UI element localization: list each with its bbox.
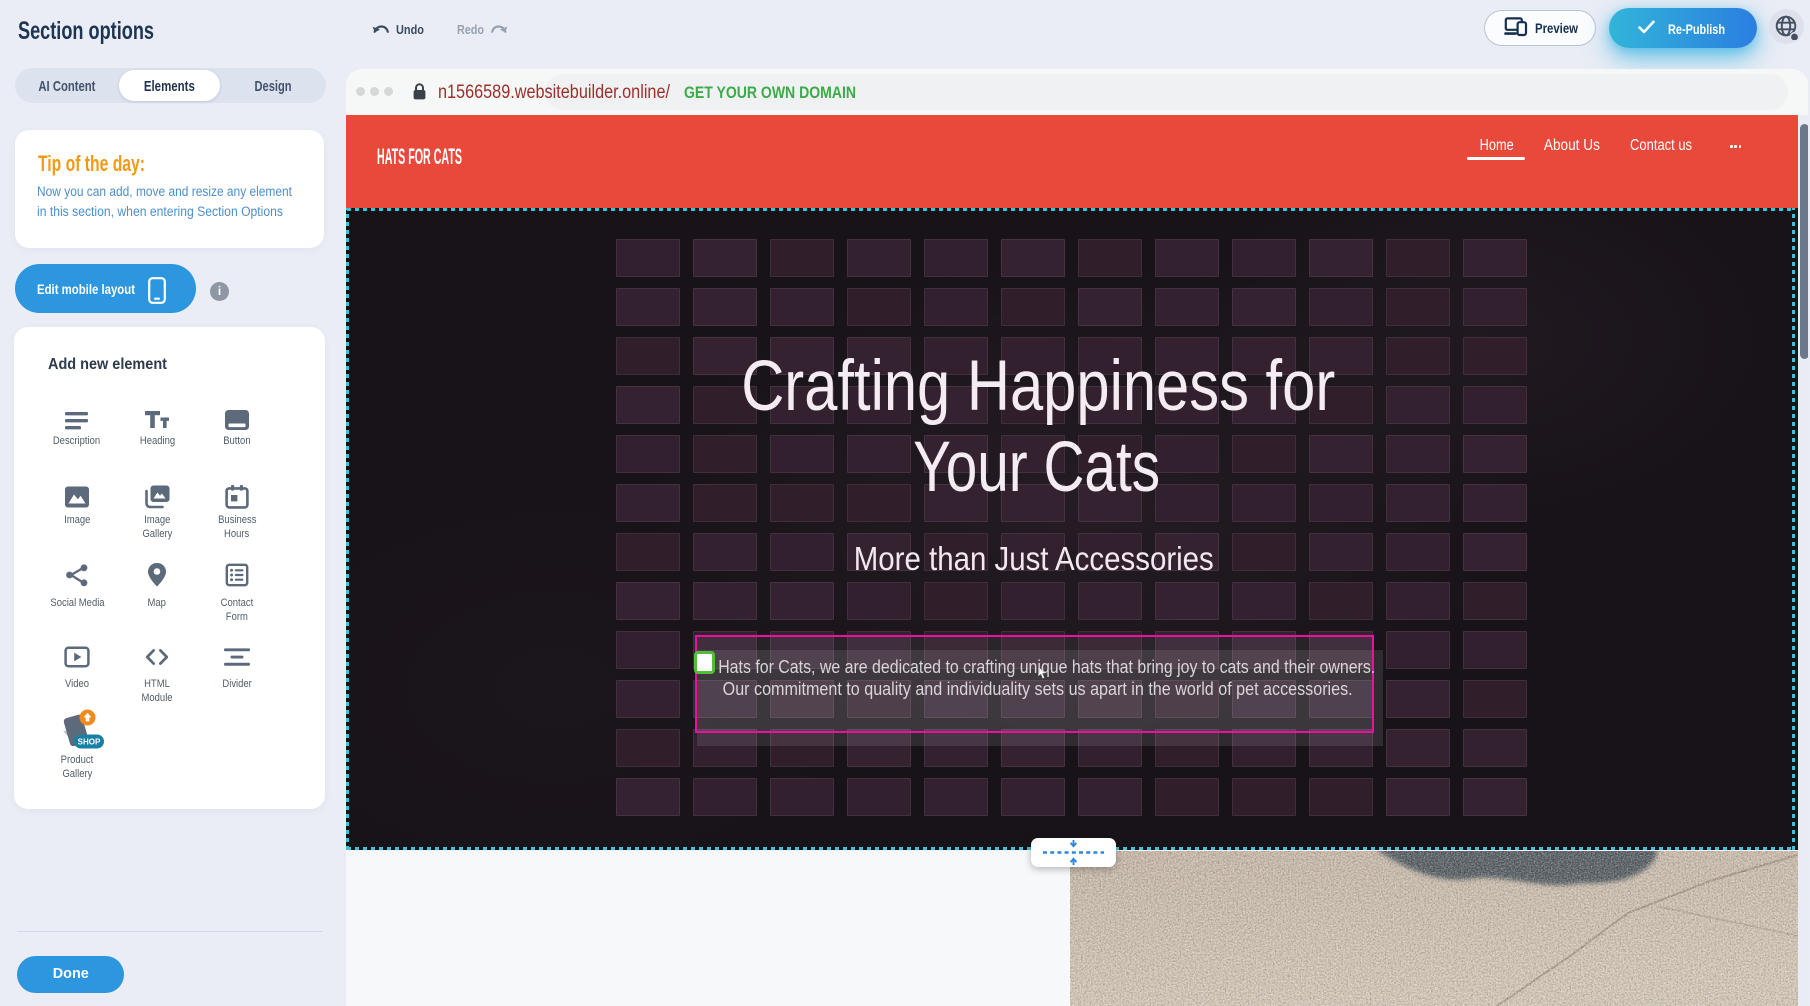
svg-text:SHOP: SHOP (78, 738, 101, 747)
